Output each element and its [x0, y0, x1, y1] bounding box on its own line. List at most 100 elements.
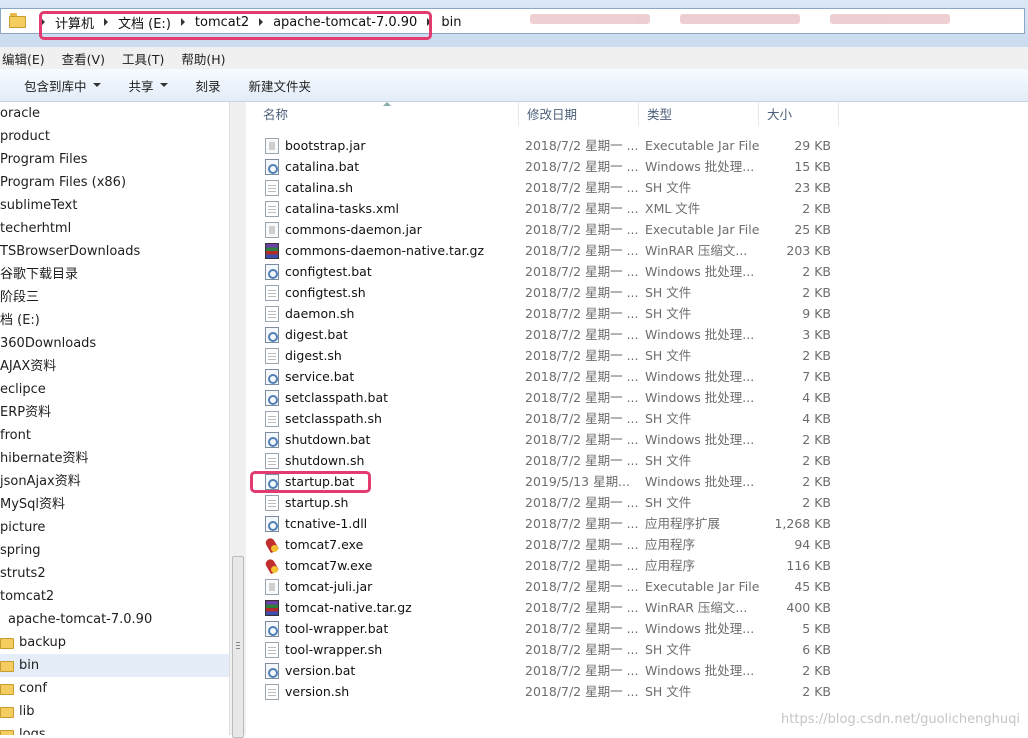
file-row[interactable]: tool-wrapper.sh 2018/7/2 星期一 ... SH 文件 6 KB	[247, 639, 1028, 660]
file-date: 2018/7/2 星期一 ...	[525, 285, 639, 300]
file-type: SH 文件	[645, 453, 692, 468]
file-row[interactable]: setclasspath.bat 2018/7/2 星期一 ... Windows …	[247, 387, 1028, 408]
file-date: 2018/7/2 星期一 ...	[525, 327, 639, 342]
chevron-right-icon[interactable]	[427, 18, 432, 26]
column-header-date[interactable]: 修改日期	[519, 102, 639, 126]
file-row[interactable]: catalina.bat 2018/7/2 星期一 ... Windows 批处理.…	[247, 156, 1028, 177]
file-type: XML 文件	[645, 201, 701, 216]
breadcrumb-tomcat2[interactable]: tomcat2	[191, 15, 253, 30]
column-header-size[interactable]: 大小	[759, 102, 839, 126]
nav-item[interactable]: lib	[0, 700, 229, 723]
file-row[interactable]: tool-wrapper.bat 2018/7/2 星期一 ... Windows …	[247, 618, 1028, 639]
nav-item[interactable]: 档 (E:)	[0, 309, 229, 332]
nav-item-label: apache-tomcat-7.0.90	[8, 612, 153, 627]
file-list: 名称 修改日期 类型 大小 bootstrap.jar 2018/7/2 星期一 …	[247, 102, 1028, 735]
nav-item[interactable]: product	[0, 125, 229, 148]
file-size: 2 KB	[802, 285, 831, 300]
scrollbar-thumb[interactable]	[232, 556, 244, 738]
nav-item[interactable]: ERP资料	[0, 401, 229, 424]
include-library-button[interactable]: 包含到库中	[0, 76, 115, 95]
nav-item[interactable]: AJAX资料	[0, 355, 229, 378]
file-date: 2018/7/2 星期一 ...	[525, 390, 639, 405]
breadcrumb-drive-e[interactable]: 文档 (E:)	[114, 13, 175, 32]
new-folder-button[interactable]: 新建文件夹	[235, 76, 326, 95]
column-header-type[interactable]: 类型	[639, 102, 759, 126]
file-type: Executable Jar File	[645, 222, 760, 237]
nav-item[interactable]: 阶段三	[0, 286, 229, 309]
file-row[interactable]: tomcat-juli.jar 2018/7/2 星期一 ... Executabl…	[247, 576, 1028, 597]
chevron-right-icon[interactable]	[41, 18, 45, 26]
nav-item[interactable]: sublimeText	[0, 194, 229, 217]
nav-item-label: lib	[19, 704, 35, 719]
nav-item[interactable]: Program Files	[0, 148, 229, 171]
file-row[interactable]: shutdown.sh 2018/7/2 星期一 ... SH 文件 2 KB	[247, 450, 1028, 471]
nav-item[interactable]: techerhtml	[0, 217, 229, 240]
nav-item[interactable]: tomcat2	[0, 585, 229, 608]
file-row[interactable]: tomcat-native.tar.gz 2018/7/2 星期一 ... WinR…	[247, 597, 1028, 618]
file-size: 2 KB	[802, 348, 831, 363]
menu-help[interactable]: 帮助(H)	[179, 49, 232, 68]
nav-item[interactable]: bin	[0, 654, 229, 677]
file-row[interactable]: configtest.bat 2018/7/2 星期一 ... Windows 批处…	[247, 261, 1028, 282]
chevron-right-icon[interactable]	[104, 18, 109, 26]
nav-item[interactable]: picture	[0, 516, 229, 539]
breadcrumb-bin[interactable]: bin	[437, 15, 465, 30]
menu-tools[interactable]: 工具(T)	[120, 49, 171, 68]
breadcrumb-computer[interactable]: 计算机	[51, 13, 98, 32]
nav-item[interactable]: backup	[0, 631, 229, 654]
nav-item[interactable]: hibernate资料	[0, 447, 229, 470]
nav-item-label: TSBrowserDownloads	[0, 244, 141, 259]
menu-view[interactable]: 查看(V)	[60, 49, 112, 68]
file-row[interactable]: tomcat7.exe 2018/7/2 星期一 ... 应用程序 94 KB	[247, 534, 1028, 555]
nav-item[interactable]: struts2	[0, 562, 229, 585]
nav-item[interactable]: conf	[0, 677, 229, 700]
file-row[interactable]: bootstrap.jar 2018/7/2 星期一 ... Executable …	[247, 135, 1028, 156]
nav-item[interactable]: apache-tomcat-7.0.90	[0, 608, 229, 631]
file-row[interactable]: configtest.sh 2018/7/2 星期一 ... SH 文件 2 KB	[247, 282, 1028, 303]
file-row[interactable]: digest.sh 2018/7/2 星期一 ... SH 文件 2 KB	[247, 345, 1028, 366]
file-name: startup.bat	[285, 474, 355, 489]
file-row[interactable]: startup.bat 2019/5/13 星期... Windows 批处理...…	[247, 471, 1028, 492]
file-row[interactable]: digest.bat 2018/7/2 星期一 ... Windows 批处理...…	[247, 324, 1028, 345]
nav-item[interactable]: oracle	[0, 102, 229, 125]
nav-item[interactable]: front	[0, 424, 229, 447]
nav-item[interactable]: TSBrowserDownloads	[0, 240, 229, 263]
file-size: 2 KB	[802, 432, 831, 447]
file-row[interactable]: commons-daemon.jar 2018/7/2 星期一 ... Execut…	[247, 219, 1028, 240]
file-row[interactable]: tomcat7w.exe 2018/7/2 星期一 ... 应用程序 116 KB	[247, 555, 1028, 576]
file-row[interactable]: version.sh 2018/7/2 星期一 ... SH 文件 2 KB	[247, 681, 1028, 702]
file-row[interactable]: daemon.sh 2018/7/2 星期一 ... SH 文件 9 KB	[247, 303, 1028, 324]
nav-item[interactable]: eclipce	[0, 378, 229, 401]
file-row[interactable]: setclasspath.sh 2018/7/2 星期一 ... SH 文件 4 KB	[247, 408, 1028, 429]
chevron-right-icon[interactable]	[259, 18, 264, 26]
menu-edit[interactable]: 编辑(E)	[0, 49, 52, 68]
file-name: daemon.sh	[285, 306, 355, 321]
chevron-right-icon[interactable]	[180, 18, 185, 26]
file-row[interactable]: commons-daemon-native.tar.gz 2018/7/2 星期一…	[247, 240, 1028, 261]
file-row[interactable]: catalina-tasks.xml 2018/7/2 星期一 ... XML 文件…	[247, 198, 1028, 219]
file-size: 2 KB	[802, 474, 831, 489]
breadcrumb-apache-tomcat[interactable]: apache-tomcat-7.0.90	[269, 15, 421, 30]
nav-item[interactable]: Program Files (x86)	[0, 171, 229, 194]
file-row[interactable]: service.bat 2018/7/2 星期一 ... Windows 批处理..…	[247, 366, 1028, 387]
file-row[interactable]: startup.sh 2018/7/2 星期一 ... SH 文件 2 KB	[247, 492, 1028, 513]
nav-item[interactable]: spring	[0, 539, 229, 562]
nav-item-label: picture	[0, 520, 46, 535]
file-row[interactable]: version.bat 2018/7/2 星期一 ... Windows 批处理..…	[247, 660, 1028, 681]
navigation-pane: oracle product Program Files Program Files …	[0, 102, 229, 735]
file-name: tomcat-juli.jar	[285, 579, 373, 594]
burn-button[interactable]: 刻录	[182, 76, 235, 95]
file-row[interactable]: catalina.sh 2018/7/2 星期一 ... SH 文件 23 KB	[247, 177, 1028, 198]
watermark-text: https://blog.csdn.net/guolichenghuqi	[781, 712, 1020, 727]
nav-item[interactable]: 360Downloads	[0, 332, 229, 355]
navigation-scrollbar[interactable]	[229, 102, 246, 738]
nav-item[interactable]: logs	[0, 723, 229, 735]
nav-item[interactable]: jsonAjax资料	[0, 470, 229, 493]
file-row[interactable]: shutdown.bat 2018/7/2 星期一 ... Windows 批处理.…	[247, 429, 1028, 450]
file-row[interactable]: tcnative-1.dll 2018/7/2 星期一 ... 应用程序扩展 1,26…	[247, 513, 1028, 534]
file-size: 23 KB	[794, 180, 831, 195]
nav-item[interactable]: 谷歌下载目录	[0, 263, 229, 286]
nav-item[interactable]: MySql资料	[0, 493, 229, 516]
file-date: 2018/7/2 星期一 ...	[525, 621, 639, 636]
share-button[interactable]: 共享	[115, 76, 182, 95]
